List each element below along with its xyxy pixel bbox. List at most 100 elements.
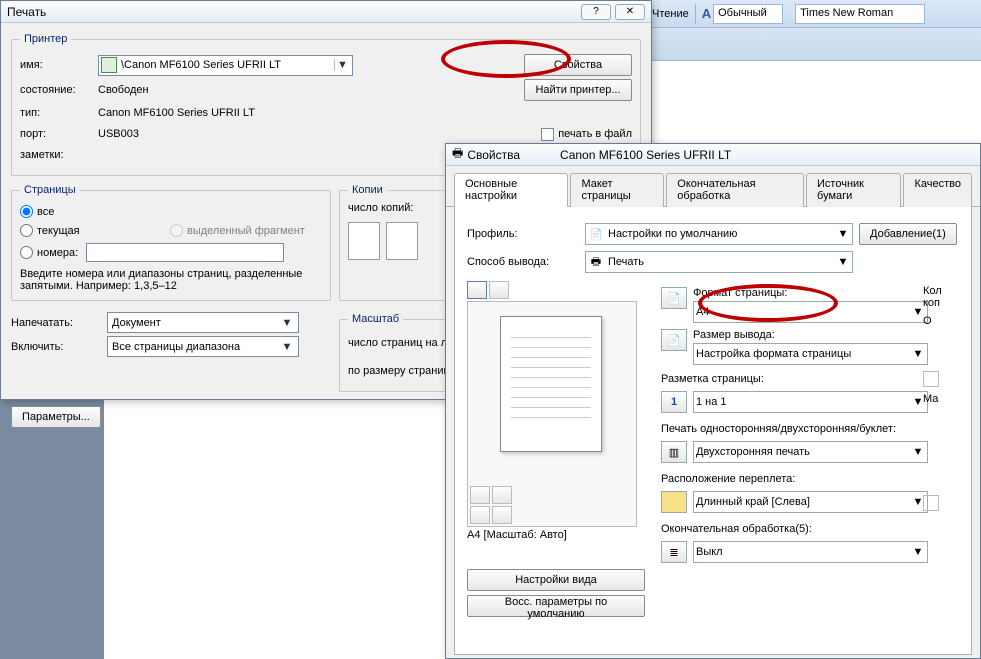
output-size-label: Размер вывода: (693, 329, 959, 341)
binding-value: Длинный край [Слева] (696, 496, 810, 508)
pages-current-radio[interactable]: текущая (20, 224, 170, 237)
radio-icon (20, 224, 33, 237)
page-layout-value: 1 на 1 (696, 396, 727, 408)
profile-label: Профиль: (467, 228, 585, 240)
printer-name-value: \Canon MF6100 Series UFRII LT (121, 59, 281, 71)
printer-state-label: состояние: (20, 84, 98, 96)
finishing-value: Выкл (696, 546, 723, 558)
style-combo[interactable]: Обычный (713, 4, 783, 24)
pages-numbers-label: номера: (37, 247, 78, 259)
tab-basic-pane: Профиль: 📄 Настройки по умолчанию ▼ Доба… (454, 207, 972, 655)
close-button[interactable]: ✕ (615, 4, 645, 20)
printer-group-legend: Принтер (20, 33, 71, 45)
page-format-select[interactable]: A4 ▼ (693, 301, 928, 323)
include-value: Все страницы диапазона (112, 341, 240, 353)
restore-defaults-button[interactable]: Восс. параметры по умолчанию (467, 595, 645, 617)
pages-all-label: все (37, 206, 54, 218)
pages-selection-label: выделенный фрагмент (187, 225, 305, 237)
pages-selection-radio: выделенный фрагмент (170, 224, 305, 237)
profile-select[interactable]: 📄 Настройки по умолчанию ▼ (585, 223, 853, 245)
profile-icon: 📄 (588, 226, 604, 242)
pages-per-sheet-label: число страниц на ли (348, 337, 453, 349)
chevron-down-icon: ▼ (911, 546, 925, 558)
binding-icon (661, 491, 687, 513)
style-segment[interactable]: A Обычный (695, 4, 783, 24)
font-segment[interactable]: Times New Roman (789, 4, 925, 24)
page-preview (467, 301, 637, 527)
tab-basic-label: Основные настройки (465, 178, 517, 202)
orientation-landscape-button[interactable] (489, 281, 509, 299)
o-cut-label: О (923, 315, 959, 327)
include-label: Включить: (11, 341, 107, 353)
binding-label: Расположение переплета: (661, 473, 959, 485)
preview-icon[interactable] (492, 506, 512, 524)
finishing-icon: ≣ (661, 541, 687, 563)
finishing-select[interactable]: Выкл ▼ (693, 541, 928, 563)
preview-icon[interactable] (492, 486, 512, 504)
finishing-label: Окончательная обработка(5): (661, 523, 959, 535)
radio-icon (170, 224, 183, 237)
pages-all-radio[interactable]: все (20, 205, 322, 218)
page-layout-select[interactable]: 1 на 1 ▼ (693, 391, 928, 413)
tab-layout-label: Макет страницы (581, 178, 630, 202)
fit-to-page-label: по размеру страницы (348, 365, 458, 377)
add-profile-button[interactable]: Добавление(1) (859, 223, 957, 245)
clipped-checkbox[interactable] (923, 495, 939, 511)
binding-select[interactable]: Длинный край [Слева] ▼ (693, 491, 928, 513)
tab-basic[interactable]: Основные настройки (454, 173, 568, 207)
printer-state-value: Свободен (98, 84, 149, 96)
page-preview-page (500, 316, 602, 452)
tab-finishing-label: Окончательная обработка (677, 178, 755, 202)
output-size-value: Настройка формата страницы (696, 348, 851, 360)
clipped-checkbox[interactable] (923, 371, 939, 387)
tab-quality-label: Качество (914, 178, 961, 190)
copies-group-legend: Копии (348, 184, 387, 196)
collate-icon (386, 222, 418, 260)
page-format-icon-button[interactable]: 📄 (661, 287, 687, 309)
tab-layout[interactable]: Макет страницы (570, 173, 664, 207)
chevron-down-icon: ▼ (836, 256, 850, 268)
help-button[interactable]: ? (581, 4, 611, 20)
print-what-select[interactable]: Документ ▼ (107, 312, 299, 333)
print-to-file-label: печать в файл (558, 128, 632, 140)
properties-button[interactable]: Свойства (524, 54, 632, 76)
properties-title-suffix: Canon MF6100 Series UFRII LT (560, 148, 731, 162)
printer-name-label: имя: (20, 59, 98, 71)
print-to-file-checkbox[interactable]: печать в файл (541, 128, 632, 141)
tab-finishing[interactable]: Окончательная обработка (666, 173, 804, 207)
options-button[interactable]: Параметры... (11, 406, 101, 428)
tab-quality[interactable]: Качество (903, 173, 972, 207)
chevron-down-icon: ▼ (280, 341, 294, 353)
font-combo[interactable]: Times New Roman (795, 4, 925, 24)
properties-tabs: Основные настройки Макет страницы Оконча… (446, 166, 980, 207)
duplex-label: Печать односторонняя/двухсторонняя/букле… (661, 423, 959, 435)
output-size-select[interactable]: Настройка формата страницы ▼ (693, 343, 928, 365)
include-select[interactable]: Все страницы диапазона ▼ (107, 336, 299, 357)
duplex-select[interactable]: Двухсторонняя печать ▼ (693, 441, 928, 463)
style-aa-icon: A (702, 6, 711, 21)
pages-numbers-radio[interactable]: номера: (20, 243, 322, 262)
pages-numbers-input[interactable] (86, 243, 284, 262)
pages-hint: Введите номера или диапазоны страниц, ра… (20, 268, 322, 292)
output-size-icon-button[interactable]: 📄 (661, 329, 687, 351)
profile-value: Настройки по умолчанию (608, 228, 737, 240)
preview-icon[interactable] (470, 506, 490, 524)
print-what-value: Документ (112, 317, 161, 329)
output-method-select[interactable]: 🖶 Печать ▼ (585, 251, 853, 273)
printer-name-select[interactable]: \Canon MF6100 Series UFRII LT ▼ (98, 55, 353, 76)
duplex-value: Двухсторонняя печать (696, 446, 810, 458)
view-settings-button[interactable]: Настройки вида (467, 569, 645, 591)
tab-source[interactable]: Источник бумаги (806, 173, 901, 207)
preview-tool-icons (470, 486, 512, 524)
printer-properties-dialog: 🖶 Свойства Canon MF6100 Series UFRII LT … (445, 143, 981, 659)
pages-group: Страницы все текущая выделенный фрагмент… (11, 184, 331, 301)
find-printer-button[interactable]: Найти принтер... (524, 79, 632, 101)
chevron-down-icon: ▼ (836, 228, 850, 240)
orientation-portrait-button[interactable] (467, 281, 487, 299)
copies-cut-label: Кол коп (923, 285, 959, 309)
radio-icon (20, 205, 33, 218)
print-dialog-title: Печать (7, 5, 46, 19)
preview-icon[interactable] (470, 486, 490, 504)
output-method-value: Печать (608, 256, 644, 268)
output-method-label: Способ вывода: (467, 256, 585, 268)
